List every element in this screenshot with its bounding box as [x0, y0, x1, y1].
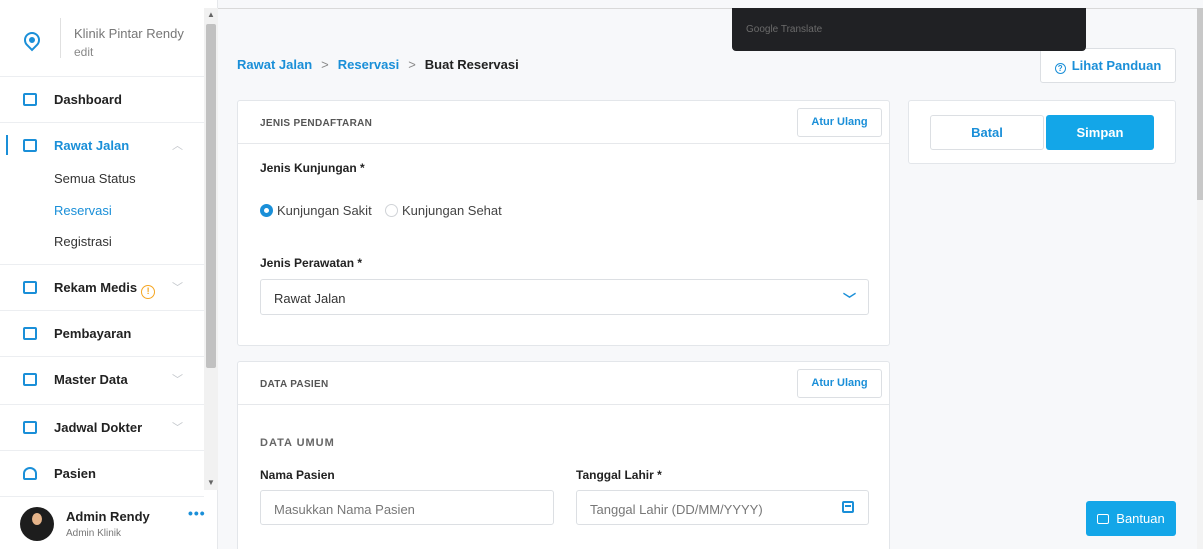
action-card: Batal Simpan — [908, 100, 1176, 164]
reset-button[interactable]: Atur Ulang — [797, 369, 882, 398]
breadcrumb-reservasi[interactable]: Reservasi — [338, 57, 399, 72]
clinic-edit-link[interactable]: edit — [74, 45, 93, 59]
help-button[interactable]: Bantuan — [1086, 501, 1176, 536]
card-header: JENIS PENDAFTARAN Atur Ulang — [238, 101, 889, 144]
sidebar-item-master-data[interactable]: Master Data ﹀ — [0, 356, 204, 402]
radio-label: Kunjungan Sehat — [402, 203, 502, 218]
sidebar-item-pembayaran[interactable]: Pembayaran — [0, 310, 204, 356]
breadcrumb-separator: > — [321, 57, 329, 72]
sidebar-item-label: Pembayaran — [54, 326, 132, 341]
patient-name-label: Nama Pasien — [260, 468, 335, 482]
active-indicator — [6, 135, 8, 155]
help-circle-icon: ? — [1054, 63, 1066, 74]
patient-data-card: DATA PASIEN Atur Ulang DATA UMUM Nama Pa… — [237, 361, 890, 549]
google-translate-label: Google Translate — [746, 24, 823, 35]
dashboard-icon — [23, 93, 37, 106]
radio-kunjungan-sakit[interactable]: Kunjungan Sakit — [260, 203, 372, 218]
chevron-down-icon[interactable]: ﹀ — [172, 371, 183, 387]
card-header: DATA PASIEN Atur Ulang — [238, 362, 889, 405]
sidebar-subitem-semua-status[interactable]: Semua Status — [54, 171, 136, 186]
care-type-label: Jenis Perawatan * — [260, 256, 363, 270]
sidebar-item-label: Rawat Jalan — [54, 138, 130, 153]
sidebar-item-jadwal-dokter[interactable]: Jadwal Dokter ﹀ — [0, 404, 204, 450]
sidebar-item-label: Rekam Medis! — [54, 280, 156, 299]
more-options-icon[interactable]: ••• — [188, 505, 206, 521]
scroll-down-arrow-icon[interactable]: ▼ — [205, 478, 217, 488]
database-icon — [23, 373, 37, 386]
sidebar-item-label: Dashboard — [54, 92, 122, 107]
chevron-down-icon: ﹀ — [842, 292, 856, 307]
guide-button[interactable]: ? Lihat Panduan — [1040, 48, 1176, 83]
google-translate-popup: Google Translate — [732, 8, 1086, 51]
clinic-name: Klinik Pintar Rendy — [74, 26, 184, 41]
radio-unchecked-icon — [385, 204, 398, 217]
help-button-label: Bantuan — [1116, 511, 1165, 526]
breadcrumb-current: Buat Reservasi — [424, 57, 519, 72]
patient-name-input[interactable]: Masukkan Nama Pasien — [260, 490, 554, 525]
sidebar-subitem-registrasi[interactable]: Registrasi — [54, 234, 112, 249]
input-placeholder: Masukkan Nama Pasien — [274, 502, 415, 517]
sidebar-scrollbar-thumb[interactable] — [206, 24, 216, 368]
breadcrumb-separator: > — [408, 57, 416, 72]
calendar-icon — [23, 139, 37, 152]
user-profile[interactable]: Admin Rendy Admin Klinik ••• — [0, 496, 206, 549]
guide-button-label: Lihat Panduan — [1071, 58, 1162, 73]
schedule-icon — [23, 421, 37, 434]
breadcrumb: Rawat Jalan > Reservasi > Buat Reservasi — [237, 57, 519, 72]
cancel-button[interactable]: Batal — [930, 115, 1044, 150]
divider — [60, 18, 61, 58]
sidebar-item-label: Pasien — [54, 466, 96, 481]
avatar — [20, 507, 54, 541]
chevron-down-icon[interactable]: ﹀ — [172, 279, 183, 295]
sidebar-item-rawat-jalan[interactable]: Rawat Jalan ︿ Semua Status Reservasi Reg… — [0, 122, 204, 264]
warning-icon: ! — [141, 285, 156, 299]
chevron-up-icon[interactable]: ︿ — [172, 137, 183, 153]
location-pin-icon — [20, 28, 44, 52]
sidebar: Klinik Pintar Rendy edit Dashboard Rawat… — [0, 0, 218, 549]
calendar-icon[interactable] — [842, 501, 854, 513]
card-title: JENIS PENDAFTARAN — [260, 118, 373, 129]
clinic-header[interactable]: Klinik Pintar Rendy edit — [0, 12, 204, 76]
save-button[interactable]: Simpan — [1046, 115, 1154, 150]
input-placeholder: Tanggal Lahir (DD/MM/YYYY) — [590, 502, 763, 517]
medical-record-icon — [23, 281, 37, 294]
chevron-down-icon[interactable]: ﹀ — [172, 419, 183, 435]
radio-checked-icon — [260, 204, 273, 217]
section-title: DATA UMUM — [260, 437, 335, 449]
select-value: Rawat Jalan — [274, 291, 346, 306]
sidebar-item-pasien[interactable]: Pasien — [0, 450, 204, 496]
sidebar-subitem-reservasi[interactable]: Reservasi — [54, 203, 112, 218]
scroll-up-arrow-icon[interactable]: ▲ — [205, 10, 217, 20]
sidebar-item-label: Master Data — [54, 372, 128, 387]
sidebar-item-rekam-medis[interactable]: Rekam Medis! ﹀ — [0, 264, 204, 310]
payment-icon — [23, 327, 37, 340]
chat-bubble-icon — [1097, 514, 1110, 524]
dob-input[interactable]: Tanggal Lahir (DD/MM/YYYY) — [576, 490, 869, 525]
main-scrollbar-thumb[interactable] — [1197, 8, 1203, 200]
patient-icon — [23, 467, 37, 480]
visit-type-label: Jenis Kunjungan * — [260, 161, 365, 175]
reset-button[interactable]: Atur Ulang — [797, 108, 882, 137]
registration-type-card: JENIS PENDAFTARAN Atur Ulang Jenis Kunju… — [237, 100, 890, 346]
card-title: DATA PASIEN — [260, 379, 329, 390]
sidebar-item-label: Jadwal Dokter — [54, 420, 143, 435]
user-name: Admin Rendy — [66, 509, 150, 524]
care-type-select[interactable]: Rawat Jalan ﹀ — [260, 279, 869, 315]
radio-label: Kunjungan Sakit — [277, 203, 372, 218]
dob-label: Tanggal Lahir * — [576, 468, 662, 482]
radio-kunjungan-sehat[interactable]: Kunjungan Sehat — [385, 203, 502, 218]
sidebar-item-dashboard[interactable]: Dashboard — [0, 76, 204, 122]
breadcrumb-rawat-jalan[interactable]: Rawat Jalan — [237, 57, 312, 72]
user-role: Admin Klinik — [66, 528, 122, 539]
